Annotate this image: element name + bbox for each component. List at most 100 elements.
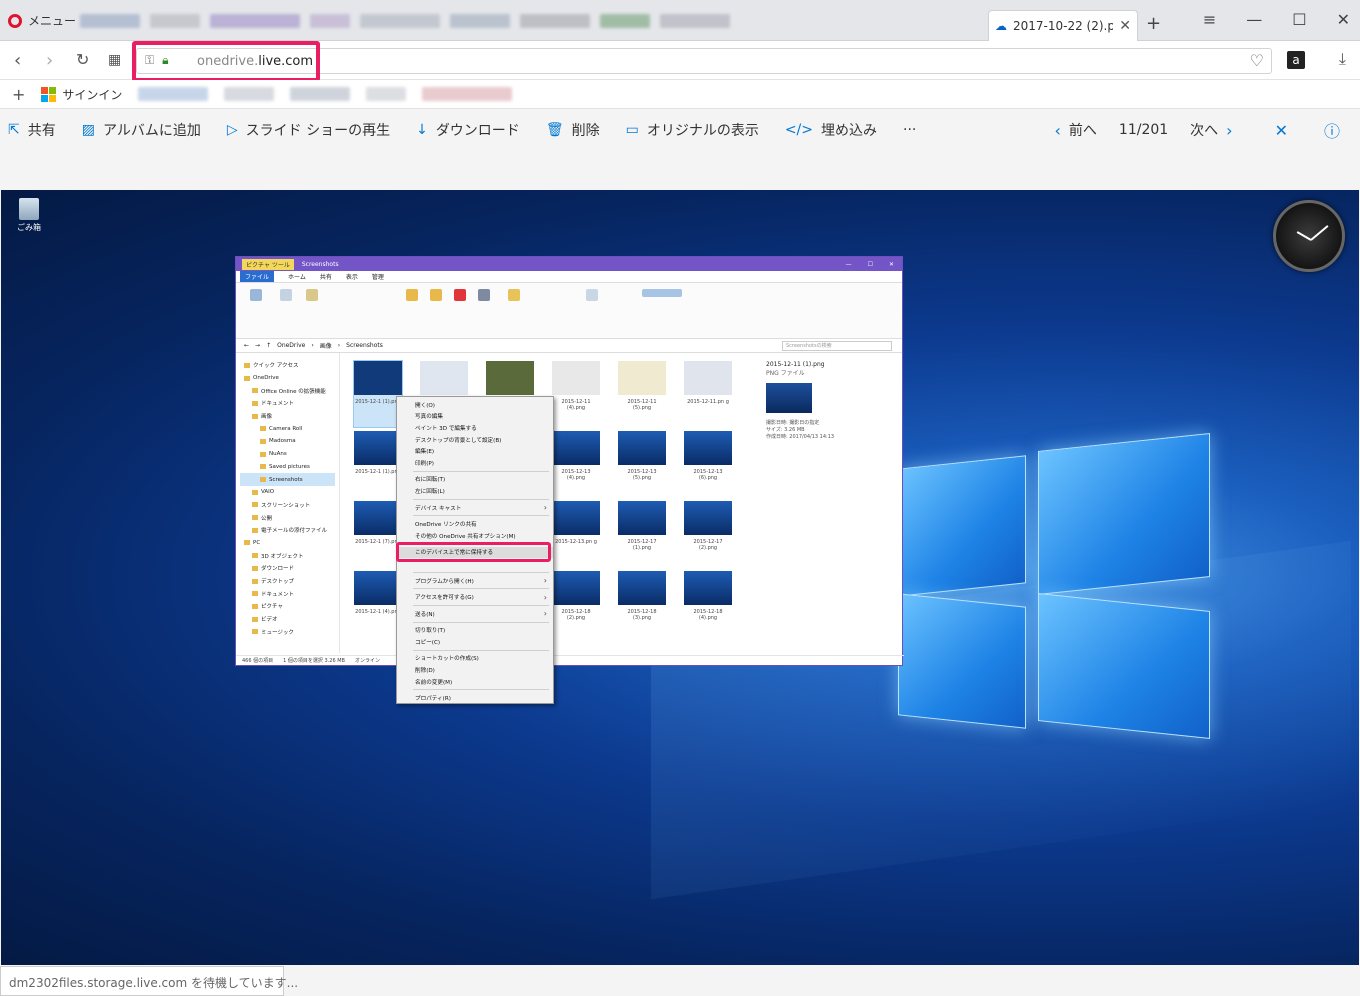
ex-close-icon: ✕ bbox=[888, 260, 894, 268]
slideshow-button[interactable]: ▷ スライド ショーの再生 bbox=[227, 120, 390, 140]
add-bookmark-icon[interactable]: + bbox=[12, 85, 25, 104]
explorer-ribbon bbox=[236, 283, 902, 339]
explorer-address-bar: ← → ↑ OneDrive › 画像 › Screenshots Screen… bbox=[236, 339, 902, 353]
blurred-tab[interactable] bbox=[450, 14, 510, 28]
blurred-bookmark[interactable] bbox=[366, 87, 407, 101]
folder-icon bbox=[252, 400, 258, 406]
speed-dial-icon[interactable]: ▦ bbox=[108, 52, 121, 68]
signin-bookmark[interactable]: サインイン bbox=[41, 86, 122, 103]
menu-separator bbox=[413, 571, 549, 573]
explorer-window: ピクチャ ツール Screenshots — ☐ ✕ ファイル ホーム 共有 表示 … bbox=[235, 256, 904, 666]
maximize-icon[interactable]: ☐ bbox=[1292, 10, 1306, 29]
close-viewer-icon[interactable]: ✕ bbox=[1275, 121, 1288, 140]
screenshot-image: ごみ箱 ピクチャ ツール Screenshots — ☐ ✕ ファイル ホーム 共有… bbox=[1, 190, 1359, 965]
folder-icon bbox=[252, 629, 258, 635]
blurred-tab[interactable] bbox=[360, 14, 440, 28]
context-menu-item: 削除(D) bbox=[415, 668, 435, 675]
blurred-bookmark[interactable] bbox=[224, 87, 275, 101]
amazon-icon[interactable]: a bbox=[1287, 51, 1305, 69]
more-button[interactable]: ··· bbox=[903, 122, 916, 138]
nav-label: デスクトップ bbox=[261, 579, 295, 586]
url-highlight-box bbox=[132, 41, 320, 82]
blurred-tab[interactable] bbox=[660, 14, 730, 28]
minimize-icon[interactable]: — bbox=[1246, 10, 1262, 29]
blurred-tab[interactable] bbox=[310, 14, 350, 28]
ex-tab-file: ファイル bbox=[240, 271, 275, 282]
ex-up-icon: ↑ bbox=[266, 342, 272, 349]
tab-close-icon[interactable]: ✕ bbox=[1119, 18, 1131, 34]
ex-forward-icon: → bbox=[255, 342, 261, 349]
file-thumbnail: 2015-12-1 (4).png bbox=[354, 571, 402, 637]
delete-button[interactable]: 🗑︎ 削除 bbox=[546, 120, 600, 140]
menu-separator bbox=[413, 689, 549, 691]
window-close-icon[interactable]: ✕ bbox=[1337, 10, 1350, 29]
new-folder-icon bbox=[508, 289, 520, 301]
menu-separator bbox=[413, 604, 549, 606]
new-tab-icon[interactable]: + bbox=[1146, 13, 1161, 34]
download-icon[interactable]: ⤓ bbox=[1339, 49, 1346, 69]
nav-label: ミュージック bbox=[261, 629, 294, 636]
blurred-tab[interactable] bbox=[210, 14, 300, 28]
bookmarks-bar: + サインイン bbox=[0, 80, 1360, 109]
embed-button[interactable]: </> 埋め込み bbox=[785, 120, 877, 140]
move-to-icon bbox=[406, 289, 418, 301]
tab-menu-icon[interactable]: ≡ bbox=[1203, 10, 1216, 29]
reload-icon[interactable]: ↻ bbox=[76, 50, 89, 69]
thumbnail-label: 2015-12-11.pn g bbox=[687, 399, 729, 405]
share-icon: ⇱ bbox=[8, 122, 20, 138]
ex-crumb-screenshots: Screenshots bbox=[346, 342, 383, 349]
blurred-bookmark[interactable] bbox=[138, 87, 209, 101]
blurred-tab[interactable] bbox=[520, 14, 590, 28]
nav-item: 電子メールの添付ファイル bbox=[240, 524, 335, 537]
nav-item: VAIO bbox=[240, 486, 335, 499]
download-button[interactable]: ↓ ダウンロード bbox=[416, 120, 520, 140]
prev-button[interactable]: ‹ 前へ bbox=[1055, 120, 1097, 140]
share-button[interactable]: ⇱ 共有 bbox=[8, 120, 56, 140]
file-thumbnail: 2015-12-17 (2).png bbox=[684, 501, 732, 567]
folder-icon bbox=[252, 388, 258, 394]
view-original-button[interactable]: ▭ オリジナルの表示 bbox=[626, 120, 759, 140]
nav-item: 公開 bbox=[240, 511, 335, 524]
heart-icon[interactable]: ♡ bbox=[1250, 51, 1264, 70]
ex-item-count: 466 個の項目 bbox=[242, 658, 274, 664]
nav-label: PC bbox=[253, 539, 261, 546]
forward-icon[interactable]: › bbox=[46, 50, 53, 71]
thumbnail-image bbox=[618, 431, 666, 465]
file-thumbnail: 2015-12-1 (7).png bbox=[354, 501, 402, 567]
windows-logo bbox=[898, 430, 1212, 740]
back-icon[interactable]: ‹ bbox=[14, 50, 21, 71]
active-tab[interactable]: ☁ 2017-10-22 (2).png ✕ bbox=[988, 10, 1138, 41]
ex-crumb-onedrive: OneDrive bbox=[277, 342, 306, 349]
info-icon[interactable]: ⓘ bbox=[1324, 118, 1340, 142]
folder-icon bbox=[252, 578, 258, 584]
file-thumbnail: 2015-12-1 (1).png bbox=[353, 360, 403, 428]
next-button[interactable]: 次へ › bbox=[1190, 120, 1232, 140]
blurred-bookmark[interactable] bbox=[422, 87, 513, 101]
browser-status-text: dm2302files.storage.live.com を待機しています... bbox=[0, 966, 298, 996]
add-to-album-button[interactable]: ▨ アルバムに追加 bbox=[82, 120, 201, 140]
blurred-bookmark[interactable] bbox=[290, 87, 351, 101]
context-menu-item: 印刷(P) bbox=[415, 460, 434, 467]
detail-row: 作成日時: 2017/04/13 14:13 bbox=[766, 434, 835, 440]
nav-label: 電子メールの添付ファイル bbox=[261, 528, 328, 535]
copy-to-icon bbox=[430, 289, 442, 301]
nav-item: 3D オブジェクト bbox=[240, 549, 335, 562]
opera-menu-button[interactable]: メニュー bbox=[8, 12, 76, 29]
blurred-tab[interactable] bbox=[150, 14, 200, 28]
folder-icon bbox=[252, 502, 258, 508]
ex-crumb-sep-icon: › bbox=[311, 342, 314, 349]
view-original-label: オリジナルの表示 bbox=[646, 123, 759, 139]
nav-label: 画像 bbox=[261, 414, 273, 421]
thumbnail-label: 2015-12-13 (4).png bbox=[561, 469, 591, 481]
clock-hand bbox=[1296, 231, 1312, 241]
context-menu-item: ペイント 3D で編集する bbox=[415, 425, 477, 432]
recycle-bin: ごみ箱 bbox=[17, 198, 41, 233]
thumbnail-image bbox=[552, 571, 600, 605]
file-thumbnail: 2015-12-11.pn g bbox=[684, 361, 732, 427]
blurred-tab[interactable] bbox=[600, 14, 650, 28]
thumbnail-label: 2015-12-13.pn g bbox=[555, 539, 597, 545]
context-highlight-box bbox=[396, 542, 551, 562]
blurred-tab[interactable] bbox=[80, 14, 140, 28]
context-menu-item: 右に回転(T) bbox=[415, 477, 446, 484]
copy-icon bbox=[280, 289, 292, 301]
